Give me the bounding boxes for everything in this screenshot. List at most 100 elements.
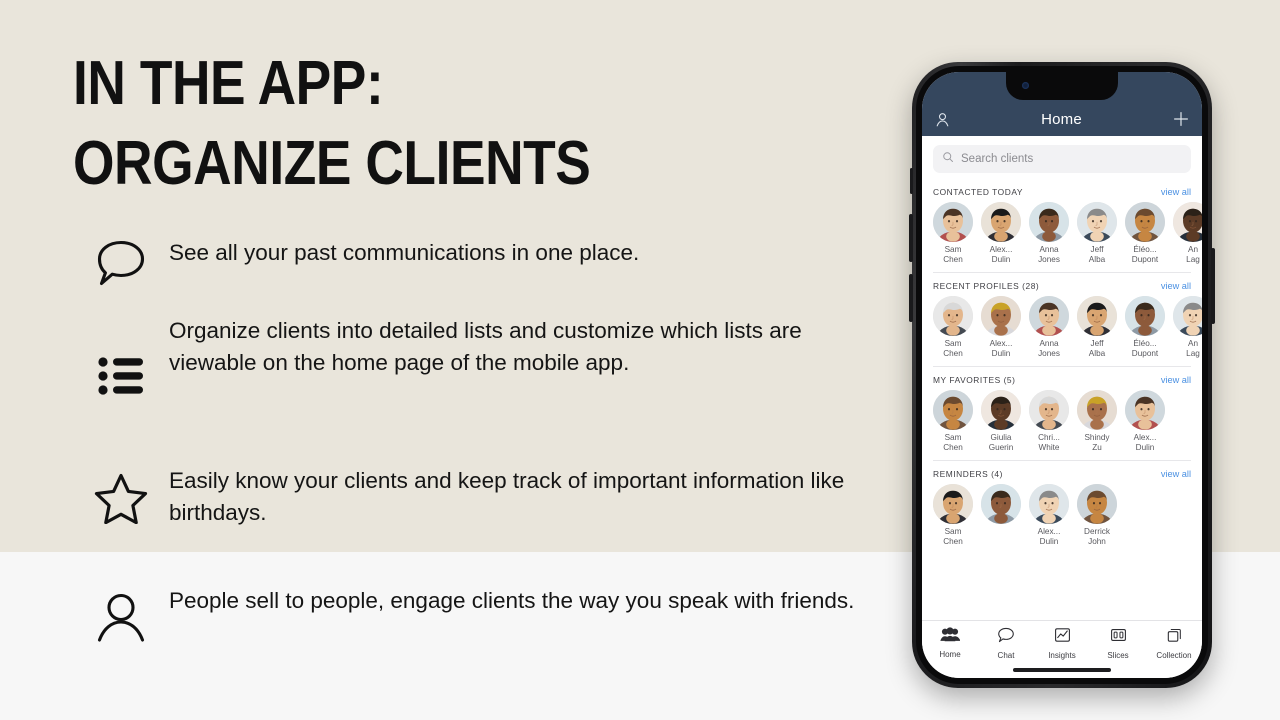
section-title: REMINDERS (4) xyxy=(933,469,1003,479)
bulleted-list-icon xyxy=(73,314,169,396)
avatar xyxy=(981,484,1021,524)
tab-label: Slices xyxy=(1107,651,1129,660)
view-all-link[interactable]: view all xyxy=(1161,187,1191,197)
phone-notch xyxy=(1006,72,1118,100)
contact-avatar-item[interactable]: Jeff Alba xyxy=(1077,296,1117,359)
home-section: REMINDERS (4) view all Sam Chen Alex... D… xyxy=(922,461,1202,554)
contact-avatar-item[interactable]: Sam Chen xyxy=(933,484,973,547)
home-section: CONTACTED TODAY view all Sam Chen Alex...… xyxy=(922,179,1202,272)
tab-collection[interactable]: Collection xyxy=(1146,621,1202,678)
contact-avatar-item[interactable]: Chri... White xyxy=(1029,390,1069,453)
contact-name: Sam Chen xyxy=(943,433,963,452)
contact-avatar-item[interactable]: Jeff Alba xyxy=(1077,202,1117,265)
contact-name: Sam Chen xyxy=(943,245,963,264)
tab-label: Home xyxy=(939,650,961,659)
profile-icon[interactable] xyxy=(934,111,951,128)
contact-avatar-item[interactable]: Éléo... Dupont xyxy=(1125,202,1165,265)
view-all-link[interactable]: view all xyxy=(1161,375,1191,385)
contact-avatar-item[interactable]: Sam Chen xyxy=(933,390,973,453)
silent-switch[interactable] xyxy=(910,168,913,194)
contact-name: Alex... Dulin xyxy=(1037,527,1061,546)
avatar xyxy=(1029,484,1069,524)
person-icon xyxy=(73,584,169,642)
contact-avatar-item[interactable]: Sam Chen xyxy=(933,202,973,265)
feature-text: People sell to people, engage clients th… xyxy=(169,588,855,613)
home-scroll-area[interactable]: CONTACTED TODAY view all Sam Chen Alex...… xyxy=(922,179,1202,634)
contact-avatar-item[interactable]: Anna Jones xyxy=(1029,202,1069,265)
section-title: MY FAVORITES (5) xyxy=(933,375,1016,385)
feature-item-people: People sell to people, engage clients th… xyxy=(73,584,863,642)
section-title: RECENT PROFILES (28) xyxy=(933,281,1040,291)
feature-text: Easily know your clients and keep track … xyxy=(169,468,845,525)
avatar xyxy=(1029,296,1069,336)
contact-avatar-item[interactable]: An Lag xyxy=(1173,296,1202,359)
chart-icon xyxy=(1054,627,1071,648)
contact-name: Éléo... Dupont xyxy=(1131,245,1159,264)
tab-home[interactable]: Home xyxy=(922,621,978,678)
contact-avatar-row[interactable]: Sam Chen Alex... Dulin Derrick John xyxy=(922,483,1202,554)
contact-name: An Lag xyxy=(1186,245,1200,264)
contact-name: Giulia Guerin xyxy=(988,433,1014,452)
avatar xyxy=(1077,484,1117,524)
contact-avatar-row[interactable]: Sam Chen Giulia Guerin Chri... White Shi… xyxy=(922,389,1202,460)
avatar xyxy=(981,296,1021,336)
tab-label: Collection xyxy=(1156,651,1192,660)
contact-avatar-item[interactable]: An Lag xyxy=(1173,202,1202,265)
contact-avatar-item[interactable]: Alex... Dulin xyxy=(981,296,1021,359)
volume-up-button[interactable] xyxy=(909,214,913,262)
contact-avatar-row[interactable]: Sam Chen Alex... Dulin Anna Jones Jeff A… xyxy=(922,295,1202,366)
contact-avatar-item[interactable]: Alex... Dulin xyxy=(981,202,1021,265)
contact-avatar-item[interactable]: Anna Jones xyxy=(1029,296,1069,359)
avatar xyxy=(1173,202,1202,242)
slide-root: IN THE APP: ORGANIZE CLIENTS See all you… xyxy=(0,0,1280,720)
avatar xyxy=(981,390,1021,430)
tab-label: Chat xyxy=(997,651,1015,660)
section-header: REMINDERS (4) view all xyxy=(922,461,1202,483)
feature-item-birthdays: Easily know your clients and keep track … xyxy=(73,464,863,529)
avatar xyxy=(933,390,973,430)
home-indicator xyxy=(1013,668,1111,672)
page-title: IN THE APP: ORGANIZE CLIENTS xyxy=(73,49,591,198)
contact-name: Alex... Dulin xyxy=(989,339,1013,358)
view-all-link[interactable]: view all xyxy=(1161,469,1191,479)
contact-name: An Lag xyxy=(1186,339,1200,358)
contact-name: Sam Chen xyxy=(943,339,963,358)
section-header: RECENT PROFILES (28) view all xyxy=(922,273,1202,295)
contact-avatar-item[interactable]: Éléo... Dupont xyxy=(1125,296,1165,359)
contact-avatar-item[interactable]: Derrick John xyxy=(1077,484,1117,547)
search-icon xyxy=(942,150,954,168)
feature-item-communications: See all your past communications in one … xyxy=(73,236,863,288)
contact-name: Jeff Alba xyxy=(1088,339,1106,358)
search-container: Search clients xyxy=(922,136,1202,179)
view-all-link[interactable]: view all xyxy=(1161,281,1191,291)
avatar xyxy=(1077,296,1117,336)
feature-item-lists: Organize clients into detailed lists and… xyxy=(73,314,863,396)
contact-avatar-item[interactable]: Shindy Zu xyxy=(1077,390,1117,453)
contact-avatar-item[interactable]: Alex... Dulin xyxy=(1125,390,1165,453)
left-content: IN THE APP: ORGANIZE CLIENTS See all you… xyxy=(0,0,880,720)
avatar xyxy=(1029,390,1069,430)
avatar xyxy=(933,484,973,524)
avatar xyxy=(981,202,1021,242)
phone-screen: Home Search clients CONTACTED TODAY view… xyxy=(922,72,1202,678)
tab-label: Insights xyxy=(1048,651,1076,660)
contact-avatar-item[interactable]: Sam Chen xyxy=(933,296,973,359)
search-input[interactable]: Search clients xyxy=(933,145,1191,173)
power-button[interactable] xyxy=(1211,248,1215,324)
plus-icon[interactable] xyxy=(1172,110,1190,128)
contact-avatar-item[interactable]: Alex... Dulin xyxy=(1029,484,1069,547)
people-icon xyxy=(940,627,961,647)
feature-text: Organize clients into detailed lists and… xyxy=(169,318,802,375)
star-icon xyxy=(73,464,169,524)
contact-avatar-item[interactable]: Giulia Guerin xyxy=(981,390,1021,453)
home-section: RECENT PROFILES (28) view all Sam Chen Al… xyxy=(922,273,1202,366)
chat-icon xyxy=(997,627,1015,648)
volume-down-button[interactable] xyxy=(909,274,913,322)
contact-name: Alex... Dulin xyxy=(1133,433,1157,452)
avatar xyxy=(1125,390,1165,430)
contact-avatar-item[interactable] xyxy=(981,484,1021,547)
section-title: CONTACTED TODAY xyxy=(933,187,1023,197)
contact-name: Derrick John xyxy=(1084,527,1110,546)
speech-bubble-icon xyxy=(73,236,169,288)
contact-avatar-row[interactable]: Sam Chen Alex... Dulin Anna Jones Jeff A… xyxy=(922,201,1202,272)
